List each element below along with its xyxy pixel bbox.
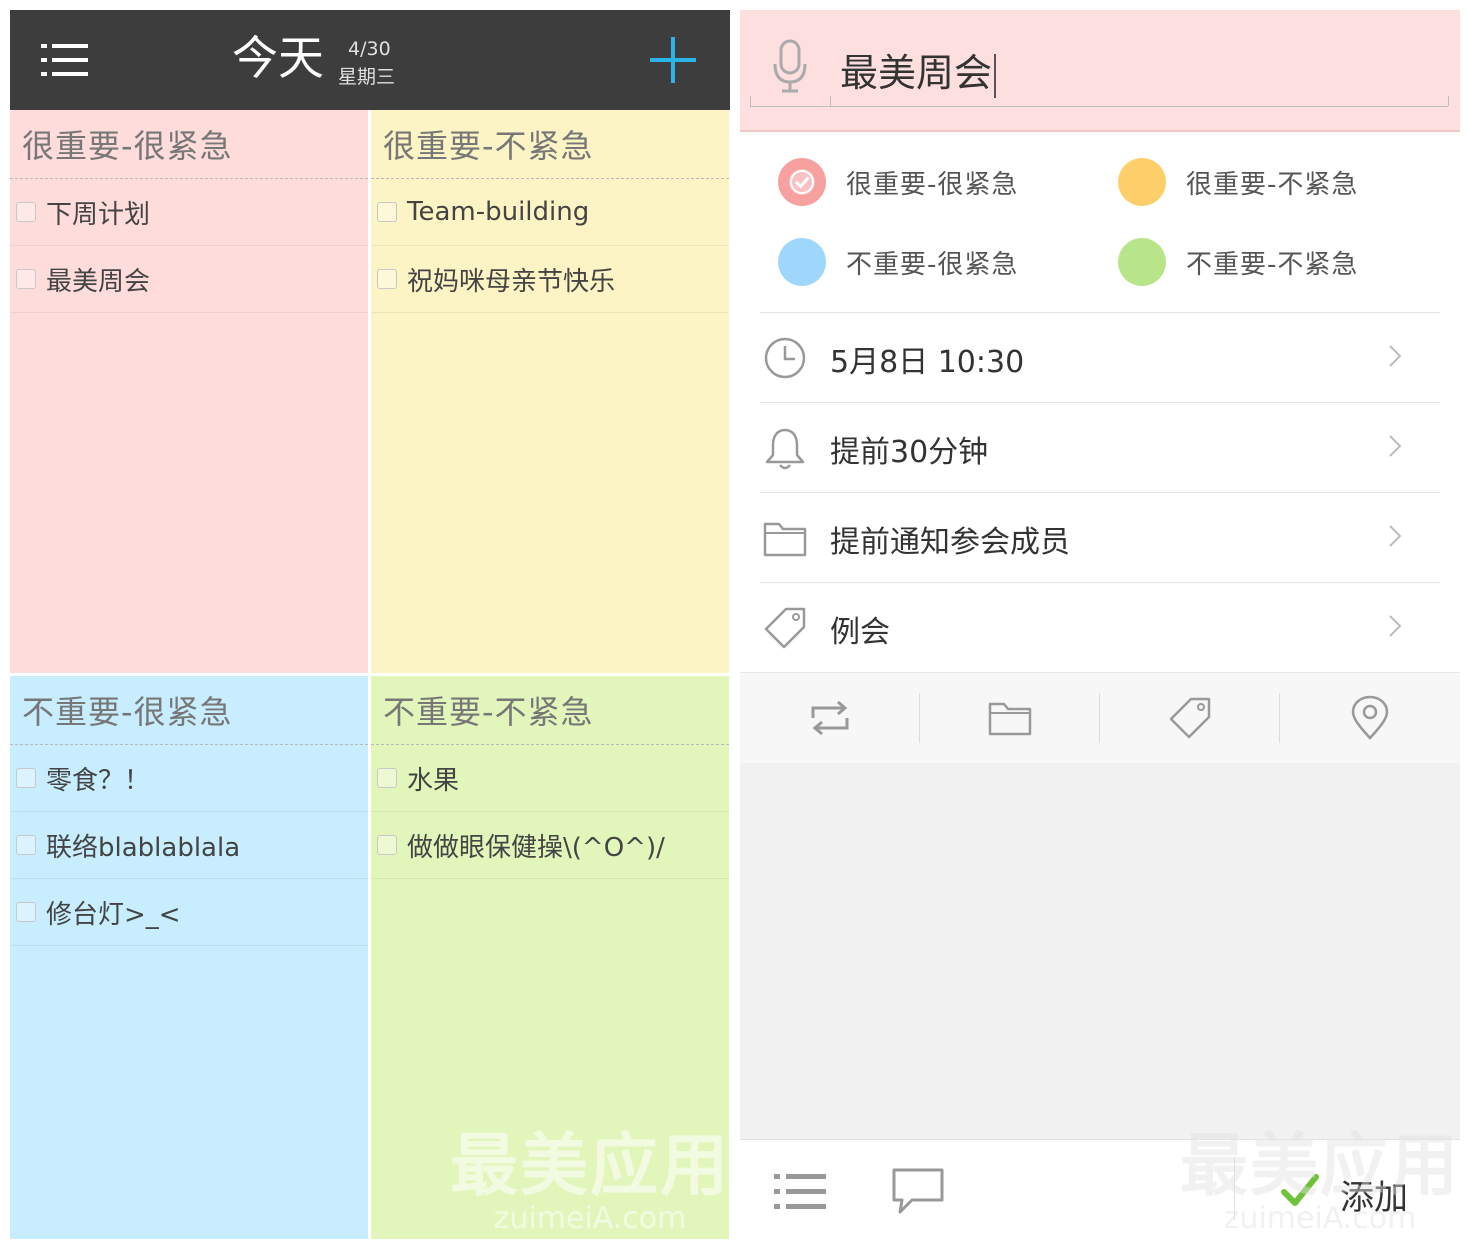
underline-tick [830,96,831,106]
add-task-button[interactable] [650,37,696,83]
quadrant-view: 今天 4/30 星期三 很重要-很紧急 下周计划 最美周会 很重要-不紧急 Te… [10,10,730,1240]
task-item[interactable]: 最美周会 [10,246,368,313]
task-text: 最美周会 [46,266,151,297]
comment-icon[interactable] [890,1166,946,1216]
repeat-icon [811,700,849,736]
task-checkbox[interactable] [377,202,397,222]
underline-tick [750,96,751,106]
priority-label: 不重要-不紧急 [1186,249,1359,280]
quadrant-title: 不重要-很紧急 [10,676,368,745]
priority-dot [778,158,826,206]
task-item[interactable]: 修台灯>_< [10,879,368,946]
priority-option-unimportant-not-urgent[interactable]: 不重要-不紧急 [1118,238,1358,286]
priority-option-important-urgent[interactable]: 很重要-很紧急 [778,158,1018,206]
tag-icon [764,607,806,649]
watermark: 最美应用 zuimeiA.com [450,1130,730,1234]
task-checkbox[interactable] [377,269,397,289]
location-button[interactable] [1280,673,1460,763]
content-area [740,763,1460,1139]
task-title-input[interactable]: 最美周会 [840,42,997,98]
priority-label: 很重要-不紧急 [1186,169,1359,200]
task-text: 修台灯>_< [46,899,181,930]
quadrant-title: 很重要-很紧急 [10,110,368,179]
task-text: Team-building [407,197,590,227]
quadrant-important-urgent: 很重要-很紧急 下周计划 最美周会 [10,110,368,673]
chevron-right-icon [1389,345,1402,367]
list-icon[interactable] [772,1170,828,1214]
reminder-text: 提前30分钟 [830,435,989,470]
task-item[interactable]: 祝妈咪母亲节快乐 [371,246,729,313]
task-item[interactable]: Team-building [371,179,729,246]
menu-icon[interactable] [38,36,94,84]
watermark-sub: zuimeiA.com [1223,1201,1417,1236]
task-text: 下周计划 [46,199,151,230]
priority-option-unimportant-urgent[interactable]: 不重要-很紧急 [778,238,1018,286]
underline-tick [1448,96,1449,106]
priority-option-important-not-urgent[interactable]: 很重要-不紧急 [1118,158,1358,206]
task-checkbox[interactable] [16,835,36,855]
task-input-area: 最美周会 [740,10,1460,132]
watermark-text: 最美应用 [450,1127,731,1206]
tag-row[interactable]: 例会 [760,582,1440,672]
top-bar: 今天 4/30 星期三 [10,10,730,110]
task-checkbox[interactable] [16,269,36,289]
task-title-value: 最美周会 [840,51,993,95]
task-text: 做做眼保健操\(^O^)/ [407,832,665,863]
repeat-button[interactable] [740,673,920,763]
reminder-row[interactable]: 提前30分钟 [760,402,1440,492]
task-checkbox[interactable] [16,902,36,922]
watermark-text: 最美应用 [1180,1127,1461,1206]
task-text: 联络blablablala [46,832,241,863]
task-item[interactable]: 零食？！ [10,745,368,812]
task-checkbox[interactable] [16,202,36,222]
priority-dot [1118,238,1166,286]
quadrant-title: 不重要-不紧急 [371,676,729,745]
folder-icon [988,702,1032,736]
folder-icon [763,522,807,557]
priority-dot [778,238,826,286]
tag-icon [1169,697,1211,739]
tag-text: 例会 [830,615,890,650]
bell-icon [765,428,805,470]
chevron-right-icon [1389,615,1402,637]
weekday-label: 星期三 [338,66,396,88]
attribute-toolbar [740,672,1460,764]
note-row[interactable]: 提前通知参会成员 [760,492,1440,582]
task-editor: 最美周会 很重要-很紧急 很重要-不紧急 不重要-很紧急 不重要-不紧急 5月8… [740,10,1460,1241]
input-underline [750,106,1448,107]
quadrant-important-not-urgent: 很重要-不紧急 Team-building 祝妈咪母亲节快乐 [371,110,729,673]
text-caret [994,53,997,98]
task-text: 零食？！ [46,765,151,796]
task-item[interactable]: 水果 [371,745,729,812]
priority-dot [1118,158,1166,206]
note-text: 提前通知参会成员 [830,525,1070,560]
location-pin-icon [1351,695,1389,740]
quadrant-unimportant-urgent: 不重要-很紧急 零食？！ 联络blablablala 修台灯>_< [10,676,368,1239]
check-circle-icon [789,169,815,195]
task-checkbox[interactable] [377,768,397,788]
microphone-icon[interactable] [770,38,810,94]
chevron-right-icon [1389,525,1402,547]
due-date-row[interactable]: 5月8日 10:30 [760,312,1440,402]
task-text: 水果 [407,765,460,796]
task-item[interactable]: 下周计划 [10,179,368,246]
folder-button[interactable] [920,673,1100,763]
tag-button[interactable] [1100,673,1280,763]
task-item[interactable]: 联络blablablala [10,812,368,879]
priority-label: 不重要-很紧急 [846,249,1019,280]
date-label: 4/30 [348,38,391,60]
priority-label: 很重要-很紧急 [846,169,1019,200]
task-checkbox[interactable] [16,768,36,788]
task-text: 祝妈咪母亲节快乐 [407,266,616,297]
clock-icon [764,337,806,379]
task-item[interactable]: 做做眼保健操\(^O^)/ [371,812,729,879]
watermark: 最美应用 zuimeiA.com [1180,1130,1460,1234]
watermark-sub: zuimeiA.com [493,1201,687,1236]
page-title: 今天 [232,31,324,85]
due-date-text: 5月8日 10:30 [830,345,1025,380]
task-checkbox[interactable] [377,835,397,855]
quadrant-title: 很重要-不紧急 [371,110,729,179]
chevron-right-icon [1389,435,1402,457]
